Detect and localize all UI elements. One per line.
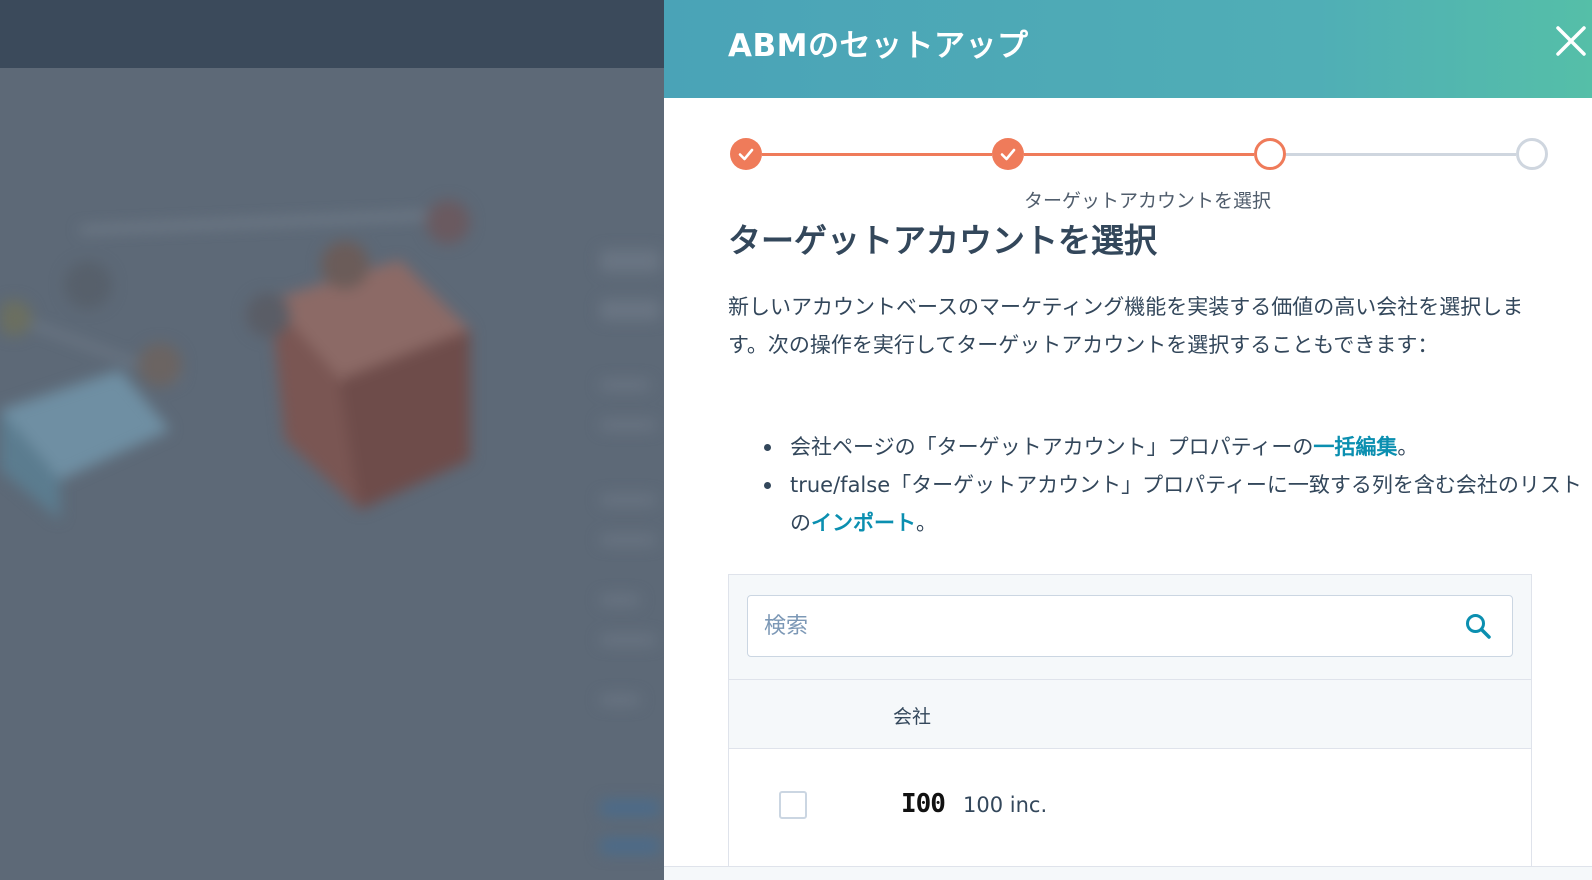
panel-header: ABMのセットアップ bbox=[664, 0, 1592, 98]
panel-title: ABMのセットアップ bbox=[728, 28, 1029, 64]
list-item: 会社ページの「ターゲットアカウント」プロパティーの一括編集。 bbox=[764, 428, 1592, 466]
options-list: 会社ページの「ターゲットアカウント」プロパティーの一括編集。 true/fals… bbox=[728, 428, 1592, 542]
search-input[interactable] bbox=[748, 596, 1460, 656]
checkmark-icon bbox=[1000, 148, 1016, 161]
import-link[interactable]: インポート bbox=[811, 511, 916, 535]
column-header-company[interactable]: 会社 bbox=[893, 702, 931, 729]
step-connector bbox=[762, 153, 992, 156]
close-icon bbox=[1556, 26, 1586, 56]
company-selection-table: 会社 I00 100 inc. bbox=[728, 574, 1532, 880]
step-2-complete bbox=[992, 138, 1024, 170]
section-description: 新しいアカウントベースのマーケティング機能を実装する価値の高い会社を選択します。… bbox=[728, 295, 1524, 357]
search-icon[interactable] bbox=[1464, 612, 1492, 640]
row-checkbox[interactable] bbox=[779, 791, 807, 819]
search-box bbox=[747, 595, 1513, 657]
background-illustration bbox=[0, 0, 664, 880]
section-title: ターゲットアカウントを選択 bbox=[728, 221, 1157, 260]
table-row: I00 100 inc. bbox=[729, 749, 1531, 880]
bulk-edit-link[interactable]: 一括編集 bbox=[1313, 435, 1397, 459]
step-1-complete bbox=[730, 138, 762, 170]
abm-setup-panel: ABMのセットアップ ターゲットアカウントを選択 ターゲットアカウントを選択 新… bbox=[664, 0, 1592, 880]
step-3-current bbox=[1254, 138, 1286, 170]
background-app bbox=[0, 0, 664, 880]
list-item: true/false「ターゲットアカウント」プロパティーに一致する列を含む会社の… bbox=[764, 466, 1592, 542]
step-connector bbox=[1286, 153, 1516, 156]
company-logo: I00 bbox=[901, 789, 946, 819]
current-step-label: ターゲットアカウントを選択 bbox=[1024, 190, 1272, 212]
step-4-todo bbox=[1516, 138, 1548, 170]
step-connector bbox=[1024, 153, 1254, 156]
close-button[interactable] bbox=[1552, 22, 1592, 62]
progress-stepper bbox=[730, 138, 1548, 172]
panel-footer bbox=[664, 866, 1592, 880]
checkmark-icon bbox=[738, 148, 754, 161]
table-header: 会社 bbox=[729, 679, 1531, 749]
company-name[interactable]: 100 inc. bbox=[963, 793, 1047, 817]
